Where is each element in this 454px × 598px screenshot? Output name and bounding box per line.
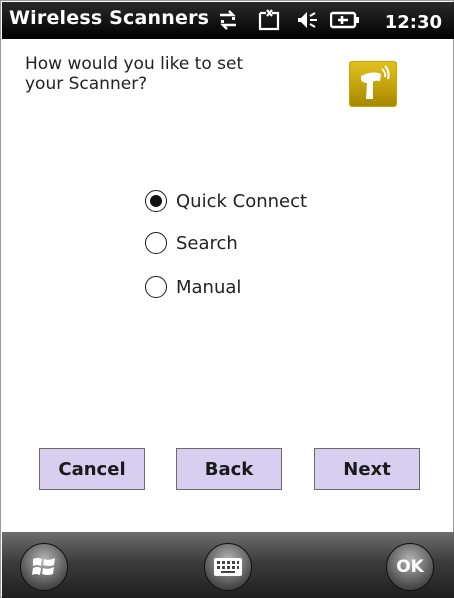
radio-label: Manual <box>176 276 242 298</box>
radio-button[interactable] <box>145 276 167 298</box>
bottom-softkey-bar: OK <box>2 532 454 598</box>
window-frame: Wireless Scanners 12:30 How would you li… <box>0 0 454 598</box>
prompt-line-1: How would you like to set <box>25 54 244 74</box>
radio-option-search[interactable]: Search <box>145 229 345 257</box>
back-button[interactable]: Back <box>176 448 282 490</box>
windows-start-icon <box>32 558 55 575</box>
radio-label: Search <box>176 232 238 254</box>
title-bar: Wireless Scanners 12:30 <box>2 2 454 39</box>
start-button[interactable] <box>20 543 68 591</box>
ok-button[interactable]: OK <box>386 543 434 591</box>
connectivity-icon[interactable] <box>216 8 240 32</box>
prompt-line-2: your Scanner? <box>25 74 148 94</box>
radio-selected-dot <box>150 195 162 207</box>
next-button[interactable]: Next <box>314 448 420 490</box>
radio-button[interactable] <box>145 232 167 254</box>
signal-off-icon[interactable] <box>256 8 282 32</box>
app-title: Wireless Scanners <box>9 7 210 29</box>
scanner-app-icon <box>349 61 397 107</box>
status-icons: 12:30 <box>216 8 442 34</box>
radio-button[interactable] <box>145 190 167 212</box>
keyboard-button[interactable] <box>204 543 252 591</box>
keyboard-icon <box>214 558 242 576</box>
clock[interactable]: 12:30 <box>385 12 442 33</box>
radio-option-manual[interactable]: Manual <box>145 273 345 301</box>
ok-label: OK <box>396 557 424 577</box>
radio-label: Quick Connect <box>176 190 308 212</box>
prompt-text: How would you like to set your Scanner? <box>25 54 325 94</box>
speaker-icon[interactable] <box>296 8 320 32</box>
battery-icon[interactable] <box>330 8 360 32</box>
radio-option-quick-connect[interactable]: Quick Connect <box>145 187 345 215</box>
cancel-button[interactable]: Cancel <box>39 448 145 490</box>
